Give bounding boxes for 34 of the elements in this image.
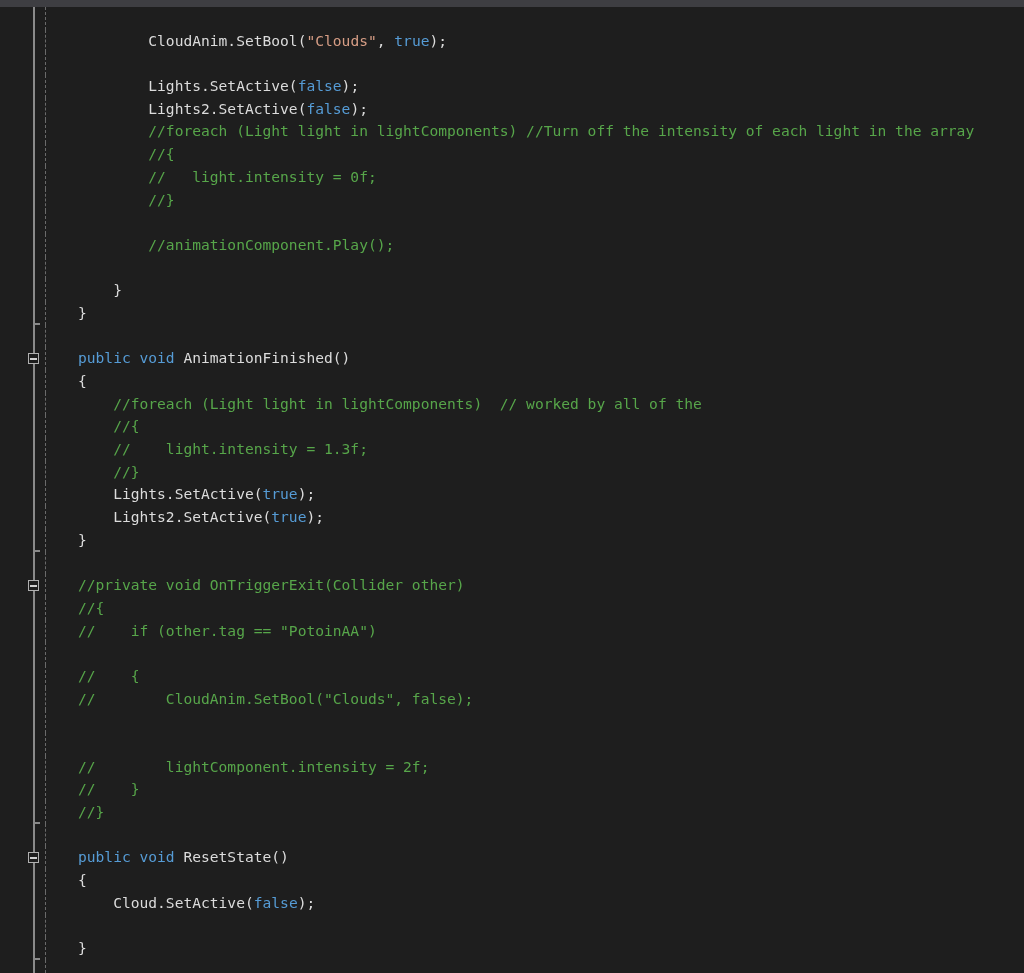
code-line: //} <box>112 461 140 482</box>
code-line: // light.intensity = 1.3f; <box>112 439 368 460</box>
code-line: } <box>78 938 87 959</box>
code-line: Lights2.SetActive(false); <box>147 98 368 119</box>
code-line: //foreach (Light light in lightComponents) // worked by all of the <box>112 393 702 414</box>
code-line: CloudAnim.SetBool("Clouds", true); <box>147 30 448 51</box>
code-line: // { <box>78 665 140 686</box>
code-line: //animationComponent.Play(); <box>147 234 395 255</box>
code-line: //{ <box>147 144 175 165</box>
code-line: } <box>78 302 87 323</box>
code-line: // CloudAnim.SetBool("Clouds", false); <box>78 688 474 709</box>
code-line: { <box>78 371 87 391</box>
code-line: Cloud.SetActive(false); <box>112 892 316 913</box>
code-line: //private void OnTriggerExit(Collider other) <box>78 575 465 596</box>
code-line: //{ <box>78 597 105 618</box>
code-line: public void ResetState() <box>78 847 289 868</box>
code-line: Lights.SetActive(true); <box>112 484 316 505</box>
code-line: //} <box>78 802 105 823</box>
code-line: //foreach (Light light in lightComponents) //Turn off the intensity of each light in the array <box>147 121 975 142</box>
code-line: // lightComponent.intensity = 2f; <box>78 756 430 777</box>
collapse-icon[interactable] <box>28 580 39 592</box>
code-line: // if (other.tag == "PotoinAA") <box>78 620 377 641</box>
code-line: //{ <box>112 416 140 437</box>
collapse-icon[interactable] <box>28 353 39 365</box>
code-line: // } <box>78 779 140 800</box>
collapse-icon[interactable] <box>28 852 39 864</box>
code-line: public void AnimationFinished() <box>78 348 351 369</box>
code-line: // light.intensity = 0f; <box>147 166 377 187</box>
code-line: } <box>78 529 87 550</box>
code-line: //} <box>147 189 175 210</box>
code-line: } <box>112 280 122 301</box>
code-line: Lights2.SetActive(true); <box>112 507 325 528</box>
code-line: { <box>78 870 87 891</box>
code-line: Lights.SetActive(false); <box>147 76 360 97</box>
